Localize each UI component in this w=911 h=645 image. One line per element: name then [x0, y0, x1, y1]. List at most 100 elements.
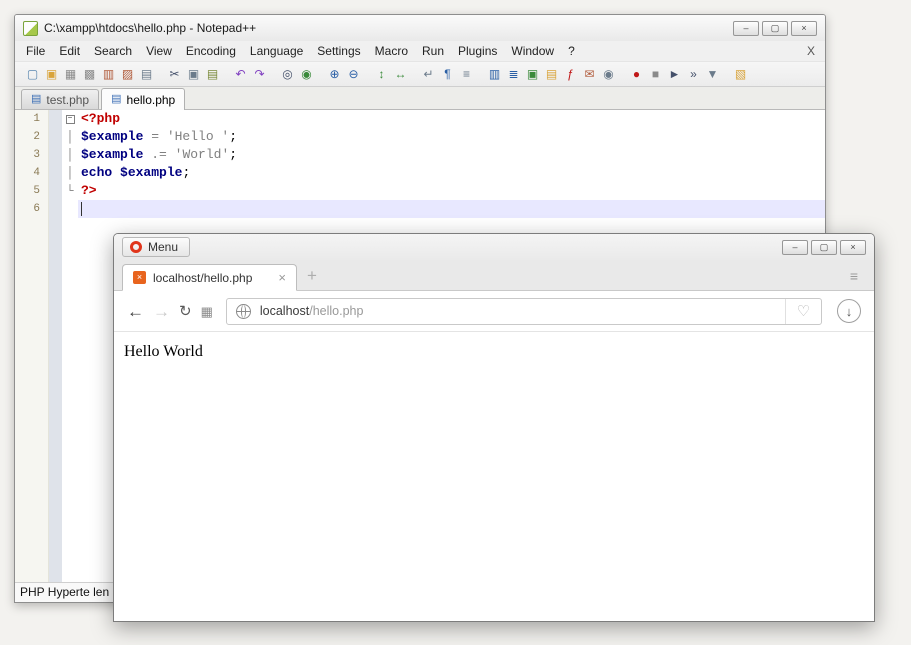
notepadpp-titlebar[interactable]: C:\xampp\htdocs\hello.php - Notepad++ – … — [15, 15, 825, 41]
menu-settings[interactable]: Settings — [310, 42, 367, 60]
window-controls: – ▢ × — [730, 21, 817, 36]
opera-window: Menu – ▢ × × localhost/hello.php × + ≡ ←… — [113, 233, 875, 622]
paste-icon[interactable]: ▤ — [203, 65, 222, 83]
sync-horizontal-icon[interactable]: ↔ — [391, 65, 410, 83]
speed-dial-button[interactable]: ▦ — [201, 305, 213, 318]
tab-test-php[interactable]: ▤ test.php — [21, 89, 99, 109]
line-number-margin[interactable]: 1 2 3 4 5 6 — [15, 110, 49, 582]
close-all-icon[interactable]: ▨ — [118, 65, 137, 83]
print-icon[interactable]: ▤ — [137, 65, 156, 83]
site-badge-icon[interactable] — [236, 304, 251, 319]
address-path: /hello.php — [309, 304, 363, 318]
menu-encoding[interactable]: Encoding — [179, 42, 243, 60]
forward-button[interactable]: → — [153, 303, 170, 320]
copy-icon[interactable]: ▣ — [184, 65, 203, 83]
opera-menu-button[interactable]: Menu — [122, 237, 190, 257]
undo-icon[interactable]: ↶ — [231, 65, 250, 83]
saved-doc-icon: ▤ — [111, 94, 121, 105]
text-caret — [81, 202, 82, 216]
tab-label: test.php — [46, 93, 89, 107]
menu-plugins[interactable]: Plugins — [451, 42, 504, 60]
new-tab-button[interactable]: + — [307, 266, 317, 286]
word-wrap-icon[interactable]: ↵ — [419, 65, 438, 83]
macro-play-icon[interactable]: ► — [665, 65, 684, 83]
menu-edit[interactable]: Edit — [52, 42, 87, 60]
find-icon[interactable]: ◎ — [278, 65, 297, 83]
menu-view[interactable]: View — [139, 42, 179, 60]
tab-localhost-hello-php[interactable]: × localhost/hello.php × — [122, 264, 297, 291]
minimize-button[interactable]: – — [733, 21, 759, 36]
zoom-in-icon[interactable]: ⊕ — [325, 65, 344, 83]
menu-run[interactable]: Run — [415, 42, 451, 60]
reload-button[interactable]: ↻ — [179, 304, 192, 319]
save-all-icon[interactable]: ▩ — [80, 65, 99, 83]
current-code-line — [78, 200, 825, 218]
tab-menu-icon[interactable]: ≡ — [850, 268, 858, 284]
maximize-button[interactable]: ▢ — [811, 240, 837, 255]
zoom-out-icon[interactable]: ⊖ — [344, 65, 363, 83]
line-number: 3 — [15, 146, 48, 164]
line-number: 5 — [15, 182, 48, 200]
open-folder-icon[interactable]: ▣ — [42, 65, 61, 83]
show-all-characters-icon[interactable]: ¶ — [438, 65, 457, 83]
sync-vertical-icon[interactable]: ↕ — [372, 65, 391, 83]
replace-icon[interactable]: ◉ — [297, 65, 316, 83]
menu-search[interactable]: Search — [87, 42, 139, 60]
back-button[interactable]: ← — [127, 303, 144, 320]
fold-line: │ — [62, 146, 78, 164]
close-button[interactable]: × — [840, 240, 866, 255]
cut-icon[interactable]: ✂ — [165, 65, 184, 83]
globe-icon — [236, 304, 251, 319]
fold-margin[interactable]: − │ │ │ └ — [62, 110, 78, 582]
page-text: Hello World — [124, 343, 864, 361]
browser-tab-bar: × localhost/hello.php × + ≡ — [114, 260, 874, 291]
macro-run-multiple-icon[interactable]: » — [684, 65, 703, 83]
address-bar[interactable]: localhost/hello.php ♡ — [226, 298, 822, 325]
code-line: $example = 'Hello '; — [78, 128, 825, 146]
toolbar: ▢▣▦▩▥▨▤✂▣▤↶↷◎◉⊕⊖↕↔↵¶≡▥≣▣▤ƒ✉◉●■►»▼▧ — [15, 61, 825, 87]
doc-switcher-icon[interactable]: ▤ — [542, 65, 561, 83]
load-session-icon[interactable]: ▧ — [731, 65, 750, 83]
menu-macro[interactable]: Macro — [368, 42, 415, 60]
save-icon[interactable]: ▦ — [61, 65, 80, 83]
fold-end: └ — [62, 182, 78, 200]
menu-help[interactable]: ? — [561, 42, 582, 60]
mime-tools-icon[interactable]: ✉ — [580, 65, 599, 83]
indent-guide-icon[interactable]: ≡ — [457, 65, 476, 83]
address-text[interactable]: localhost/hello.php — [260, 304, 785, 318]
menu-language[interactable]: Language — [243, 42, 310, 60]
browser-viewport: Hello World — [114, 332, 874, 621]
favorites-heart-button[interactable]: ♡ — [785, 299, 821, 324]
bookmark-margin[interactable] — [49, 110, 62, 582]
download-button[interactable]: ↓ — [837, 299, 861, 323]
new-file-icon[interactable]: ▢ — [23, 65, 42, 83]
monitoring-icon[interactable]: ◉ — [599, 65, 618, 83]
fold-line: │ — [62, 128, 78, 146]
folder-workspace-icon[interactable]: ▣ — [523, 65, 542, 83]
opera-titlebar[interactable]: Menu – ▢ × — [114, 234, 874, 260]
tab-close-button[interactable]: × — [272, 270, 286, 285]
code-line: <?php — [78, 110, 825, 128]
redo-icon[interactable]: ↷ — [250, 65, 269, 83]
notepadpp-app-icon — [23, 21, 38, 36]
menu-window[interactable]: Window — [504, 42, 561, 60]
code-line: echo $example; — [78, 164, 825, 182]
menu-items: FileEditSearchViewEncodingLanguageSettin… — [19, 42, 582, 60]
close-doc-icon[interactable]: ▥ — [99, 65, 118, 83]
fold-collapse-button[interactable]: − — [66, 115, 75, 124]
function-completion-icon[interactable]: ƒ — [561, 65, 580, 83]
doc-close-x-button[interactable]: X — [807, 44, 815, 58]
line-number: 1 — [15, 110, 48, 128]
macro-stop-icon[interactable]: ■ — [646, 65, 665, 83]
tab-hello-php[interactable]: ▤ hello.php — [101, 88, 185, 110]
macro-record-icon[interactable]: ● — [627, 65, 646, 83]
opera-logo-icon — [130, 241, 142, 253]
document-map-icon[interactable]: ▥ — [485, 65, 504, 83]
macro-save-icon[interactable]: ▼ — [703, 65, 722, 83]
maximize-button[interactable]: ▢ — [762, 21, 788, 36]
document-tab-bar: ▤ test.php ▤ hello.php — [15, 87, 825, 110]
minimize-button[interactable]: – — [782, 240, 808, 255]
menu-file[interactable]: File — [19, 42, 52, 60]
close-button[interactable]: × — [791, 21, 817, 36]
function-list-icon[interactable]: ≣ — [504, 65, 523, 83]
